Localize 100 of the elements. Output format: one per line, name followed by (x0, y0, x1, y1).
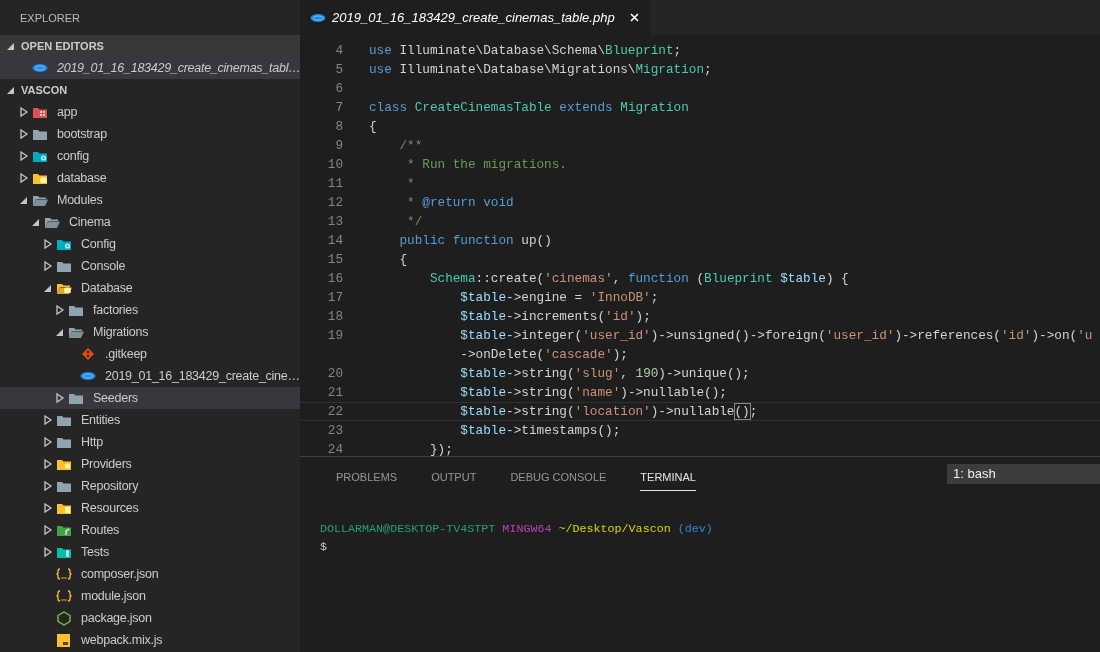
line-number: 15 (326, 252, 343, 267)
section-header[interactable]: OPEN EDITORS (0, 35, 300, 57)
folder-item[interactable]: Cinema (0, 211, 300, 233)
folder-item[interactable]: Modules (0, 189, 300, 211)
code-line: $table->string('location')->nullable(); (459, 404, 758, 419)
expand-arrow-icon (54, 391, 66, 405)
folder-icon (56, 457, 72, 471)
line-number: 6 (334, 81, 343, 96)
code-line: $table->increments('id'); (459, 309, 651, 324)
folder-item[interactable]: Resources (0, 497, 300, 519)
code-line: { (398, 252, 408, 267)
folder-item[interactable]: Database (0, 277, 300, 299)
folder-icon (56, 479, 72, 493)
php-file-icon (32, 61, 48, 75)
code-line: public function up() (398, 233, 552, 248)
file-item[interactable]: composer.json (0, 563, 300, 585)
folder-icon (56, 545, 72, 559)
file-item[interactable]: webpack.mix.js (0, 629, 300, 651)
open-folder-icon (44, 215, 60, 229)
code-line: $table->integer('user_id')->unsigned()->foreign('user_id')->references('id')->on('u (459, 328, 1093, 343)
code-line: ->onDelete('cascade'); (459, 347, 628, 362)
folder-item[interactable]: Migrations (0, 321, 300, 343)
folder-icon (56, 435, 72, 449)
file-item[interactable]: package.json (0, 607, 300, 629)
open-folder-icon (32, 193, 48, 207)
file-item[interactable]: module.json (0, 585, 300, 607)
folder-icon (56, 501, 72, 515)
folder-item[interactable]: Config (0, 233, 300, 255)
folder-item[interactable]: database (0, 167, 300, 189)
line-number: 19 (326, 328, 343, 343)
expand-arrow-icon (18, 171, 30, 185)
close-icon[interactable] (628, 12, 640, 23)
folder-icon (68, 303, 84, 317)
line-number: 10 (326, 157, 343, 172)
terminal-dropdown[interactable]: 1: bash (947, 463, 1100, 484)
code-line: * (406, 176, 415, 191)
folder-item[interactable]: app (0, 101, 300, 123)
file-item[interactable]: 2019_01_16_183429_create_cine… (0, 365, 300, 387)
folder-item[interactable]: config (0, 145, 300, 167)
editor-tab[interactable]: 2019_01_16_183429_create_cinemas_table.php (300, 0, 650, 35)
code-line: * Run the migrations. (406, 157, 567, 172)
panel-tab[interactable]: DEBUG CONSOLE (510, 462, 607, 491)
folder-item[interactable]: Providers (0, 453, 300, 475)
diamond-file-icon (80, 347, 96, 361)
folder-icon (56, 259, 72, 273)
line-number: 4 (334, 43, 343, 58)
folder-icon (56, 523, 72, 537)
expand-arrow-icon (18, 149, 30, 163)
code-line: use Illuminate\Database\Schema\Blueprint; (369, 43, 682, 58)
code-line: * @return void (406, 195, 514, 210)
expand-arrow-icon (42, 457, 54, 471)
line-number: 8 (334, 119, 343, 134)
code-line: Schema::create('cinemas', function (Blueprint $table) { (428, 271, 849, 286)
folder-item[interactable]: Entities (0, 409, 300, 431)
folder-icon (32, 127, 48, 141)
line-number: 12 (326, 195, 343, 210)
expand-arrow-icon (42, 501, 54, 515)
expand-arrow-icon (18, 127, 30, 141)
expand-arrow-icon (42, 545, 54, 559)
tab-title: 2019_01_16_183429_create_cinemas_table.php (332, 10, 615, 25)
code-line: /** (398, 138, 423, 153)
folder-item[interactable]: Routes (0, 519, 300, 541)
open-editor-item[interactable]: 2019_01_16_183429_create_cinemas_tabl… (0, 57, 300, 79)
code-line: */ (406, 214, 423, 229)
folder-item[interactable]: Repository (0, 475, 300, 497)
code-line: use Illuminate\Database\Migrations\Migration; (369, 62, 712, 77)
expand-arrow-icon (54, 303, 66, 317)
braces-file-icon (56, 567, 72, 581)
code-line: { (369, 119, 377, 134)
folder-item[interactable]: Http (0, 431, 300, 453)
section-header[interactable]: VASCON (0, 79, 300, 101)
code-line: $table->string('name')->nullable(); (459, 385, 727, 400)
expand-arrow-icon (42, 413, 54, 427)
folder-item[interactable]: factories (0, 299, 300, 321)
line-number: 7 (334, 100, 343, 115)
braces-file-icon (56, 589, 72, 603)
hexagon-file-icon (56, 610, 72, 626)
sidebar-title: EXPLORER (19, 10, 81, 26)
line-number: 22 (326, 404, 343, 419)
expand-arrow-icon (42, 237, 54, 251)
expand-arrow-icon (42, 479, 54, 493)
file-item[interactable]: .gitkeep (0, 343, 300, 365)
line-number: 24 (326, 442, 343, 456)
folder-item[interactable]: bootstrap (0, 123, 300, 145)
panel-tab[interactable]: TERMINAL (640, 462, 696, 491)
code-line: $table->timestamps(); (459, 423, 621, 438)
line-number: 16 (326, 271, 343, 286)
folder-icon (32, 149, 48, 163)
code-line: }); (428, 442, 453, 456)
line-number: 14 (326, 233, 343, 248)
folder-item[interactable]: Tests (0, 541, 300, 563)
folder-item[interactable]: Console (0, 255, 300, 277)
folder-icon (32, 105, 48, 119)
expand-arrow-icon (42, 435, 54, 449)
folder-item[interactable]: Seeders (0, 387, 300, 409)
panel-tab[interactable]: OUTPUT (431, 462, 477, 491)
code-line: $table->engine = 'InnoDB'; (459, 290, 659, 305)
panel-tab[interactable]: PROBLEMS (336, 462, 398, 491)
expand-arrow-icon (42, 523, 54, 537)
folder-icon (32, 171, 48, 185)
